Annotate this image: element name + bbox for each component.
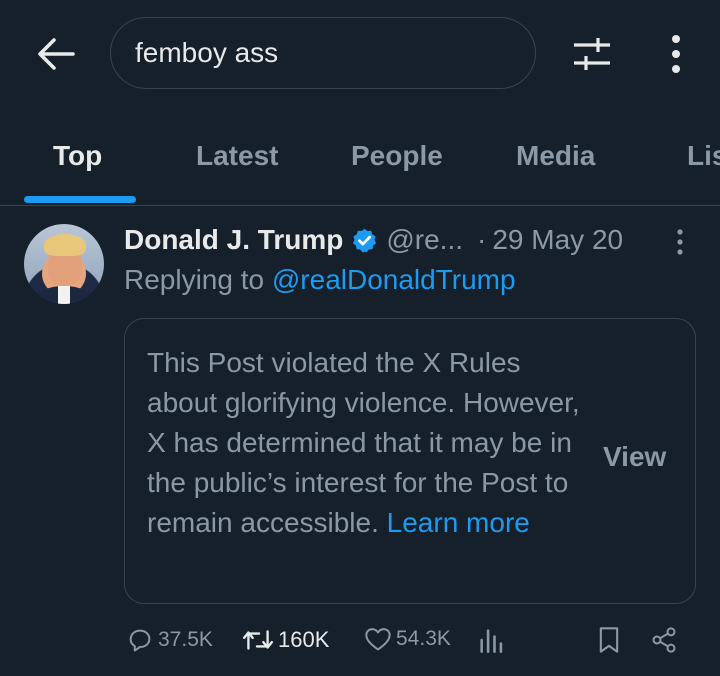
bookmark-icon [599,627,619,653]
author-handle[interactable]: @re... [386,224,463,256]
view-button[interactable]: View [603,441,666,473]
retweet-button[interactable]: 160K [242,626,329,654]
avatar[interactable] [24,224,104,304]
like-button[interactable]: 54.3K [364,626,451,652]
share-icon [652,627,676,653]
top-bar [0,0,720,110]
heart-icon [365,628,391,651]
post-header: Donald J. Trump @re... · 29 May 20 [124,220,694,260]
retweet-icon [242,630,274,650]
tab-top[interactable]: Top [53,140,102,172]
tab-people[interactable]: People [351,140,443,172]
author-name[interactable]: Donald J. Trump [124,224,343,256]
replying-to: Replying to @realDonaldTrump [124,264,516,296]
rules-notice: This Post violated the X Rules about glo… [124,318,696,604]
search-filter-button[interactable] [567,32,617,76]
views-chart-icon [480,629,503,653]
post[interactable]: Donald J. Trump @re... · 29 May 20 Reply… [0,206,720,676]
like-count: 54.3K [396,627,451,650]
more-vertical-icon [677,229,683,255]
post-actions: 37.5K 160K 54.3K [124,622,696,662]
tab-media[interactable]: Media [516,140,595,172]
views-button[interactable] [478,626,504,654]
post-more-button[interactable] [666,228,694,256]
bookmark-button[interactable] [597,626,621,654]
search-input[interactable] [135,37,515,69]
share-button[interactable] [650,626,678,654]
tab-latest[interactable]: Latest [196,140,278,172]
search-box[interactable] [110,17,536,89]
verified-badge-icon [353,228,377,252]
more-vertical-icon [672,35,680,73]
active-tab-indicator [24,196,136,203]
reply-count: 37.5K [158,628,213,651]
notice-text: This Post violated the X Rules about glo… [147,343,587,543]
post-timestamp[interactable]: 29 May 20 [492,224,623,256]
sliders-icon [574,38,610,70]
retweet-count: 160K [278,627,330,652]
learn-more-link[interactable]: Learn more [387,507,530,538]
reply-button[interactable]: 37.5K [126,626,213,654]
header-separator: · [477,224,487,255]
reply-icon [129,629,151,652]
back-button[interactable] [34,32,78,76]
replying-prefix: Replying to [124,264,272,295]
more-options-button[interactable] [656,30,696,78]
arrow-left-icon [38,38,75,70]
search-tabs: Top Latest People Media Lis [0,110,720,206]
tab-lists[interactable]: Lis [687,140,720,172]
replying-handle-link[interactable]: @realDonaldTrump [272,264,516,295]
